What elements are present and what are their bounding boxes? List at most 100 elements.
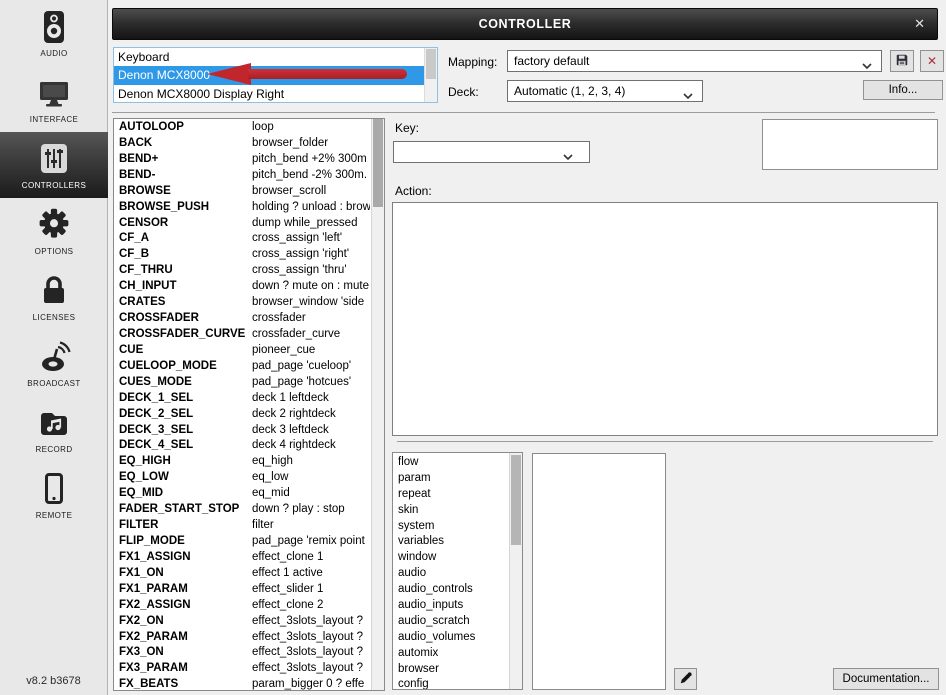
save-mapping-button[interactable] — [890, 50, 914, 72]
key-binding-row[interactable]: EQ_MID eq_mid — [114, 486, 370, 502]
device-item-denon-mcx8000-display-right[interactable]: Denon MCX8000 Display Right — [114, 85, 437, 102]
close-icon[interactable]: ✕ — [914, 16, 925, 32]
device-list-scrollbar[interactable] — [424, 48, 437, 102]
key-binding-row[interactable]: DECK_2_SEL deck 2 rightdeck — [114, 407, 370, 423]
binding-action: browser_folder — [252, 136, 329, 149]
key-binding-row[interactable]: CROSSFADER_CURVE crossfader_curve — [114, 327, 370, 343]
action-category-item[interactable]: repeat — [393, 487, 508, 503]
action-category-item[interactable]: system — [393, 519, 508, 535]
action-category-item[interactable]: automix — [393, 646, 508, 662]
mapping-select[interactable]: factory default — [507, 50, 882, 72]
sidebar-item-licenses[interactable]: LICENSES — [0, 264, 108, 330]
learn-button[interactable] — [674, 668, 697, 690]
key-bindings-list: AUTOLOOP loop BACK browser_folder BEND+ … — [113, 118, 385, 691]
binding-action: effect_slider 1 — [252, 582, 324, 595]
action-category-item[interactable]: skin — [393, 503, 508, 519]
key-binding-row[interactable]: CUES_MODE pad_page 'hotcues' — [114, 375, 370, 391]
action-category-item[interactable]: audio — [393, 566, 508, 582]
key-binding-row[interactable]: CF_A cross_assign 'left' — [114, 231, 370, 247]
key-binding-row[interactable]: FX1_ASSIGN effect_clone 1 — [114, 550, 370, 566]
key-binding-row[interactable]: FLIP_MODE pad_page 'remix point — [114, 534, 370, 550]
action-category-item[interactable]: audio_volumes — [393, 630, 508, 646]
sidebar-item-interface[interactable]: INTERFACE — [0, 66, 108, 132]
key-binding-row[interactable]: DECK_3_SEL deck 3 leftdeck — [114, 423, 370, 439]
documentation-button[interactable]: Documentation... — [833, 668, 939, 690]
action-category-item[interactable]: window — [393, 550, 508, 566]
key-binding-row[interactable]: CH_INPUT down ? mute on : mute — [114, 279, 370, 295]
binding-action: deck 3 leftdeck — [252, 423, 329, 436]
sidebar-item-record[interactable]: RECORD — [0, 396, 108, 462]
action-category-item[interactable]: browser — [393, 662, 508, 678]
key-binding-row[interactable]: BEND- pitch_bend -2% 300m. — [114, 168, 370, 184]
sidebar-item-options[interactable]: OPTIONS — [0, 198, 108, 264]
action-category-item[interactable]: variables — [393, 534, 508, 550]
action-category-item[interactable]: flow — [393, 455, 508, 471]
sidebar-item-label: RECORD — [35, 445, 73, 454]
key-binding-row[interactable]: BROWSE browser_scroll — [114, 184, 370, 200]
binding-key: BACK — [119, 136, 153, 149]
action-category-item[interactable]: audio_scratch — [393, 614, 508, 630]
key-select[interactable] — [393, 141, 590, 163]
delete-mapping-button[interactable]: ✕ — [920, 50, 944, 72]
key-binding-row[interactable]: BEND+ pitch_bend +2% 300m — [114, 152, 370, 168]
key-binding-row[interactable]: FX_BEATS param_bigger 0 ? effe — [114, 677, 370, 690]
action-script-editor[interactable] — [392, 202, 938, 436]
binding-key: FX2_ON — [119, 614, 164, 627]
key-binding-row[interactable]: BROWSE_PUSH holding ? unload : brow — [114, 200, 370, 216]
sidebar-item-broadcast[interactable]: BROADCAST — [0, 330, 108, 396]
key-binding-row[interactable]: FILTER filter — [114, 518, 370, 534]
key-binding-row[interactable]: DECK_1_SEL deck 1 leftdeck — [114, 391, 370, 407]
category-list-scrollbar[interactable] — [509, 453, 522, 689]
binding-action: eq_low — [252, 471, 289, 484]
dialog-titlebar: CONTROLLER ✕ — [112, 8, 938, 40]
speaker-icon — [35, 8, 73, 46]
key-binding-row[interactable]: BACK browser_folder — [114, 136, 370, 152]
binding-key: FLIP_MODE — [119, 534, 185, 547]
key-binding-row[interactable]: FX2_ASSIGN effect_clone 2 — [114, 598, 370, 614]
sidebar-item-label: INTERFACE — [29, 115, 79, 124]
key-binding-row[interactable]: CROSSFADER crossfader — [114, 311, 370, 327]
sidebar-item-controllers[interactable]: CONTROLLERS — [0, 132, 108, 198]
controller-window: AUDIO INTERFACE CONTROLLERS OPTIONS LICE — [0, 0, 946, 695]
binding-action: deck 1 leftdeck — [252, 391, 329, 404]
action-category-list: flow param repeat skin system variables … — [392, 452, 523, 690]
binding-key: EQ_HIGH — [119, 455, 171, 468]
key-binding-row[interactable]: FX2_PARAM effect_3slots_layout ? — [114, 630, 370, 646]
binding-action: effect_clone 2 — [252, 598, 324, 611]
key-binding-row[interactable]: AUTOLOOP loop — [114, 120, 370, 136]
key-binding-row[interactable]: EQ_HIGH eq_high — [114, 454, 370, 470]
binding-key: CUES_MODE — [119, 375, 192, 388]
binding-action: effect_3slots_layout ? — [252, 614, 364, 627]
key-bindings-scrollbar[interactable] — [371, 119, 384, 690]
key-binding-row[interactable]: CRATES browser_window 'side — [114, 295, 370, 311]
key-binding-row[interactable]: CENSOR dump while_pressed — [114, 216, 370, 232]
key-binding-row[interactable]: DECK_4_SEL deck 4 rightdeck — [114, 438, 370, 454]
key-binding-row[interactable]: FX1_ON effect 1 active — [114, 566, 370, 582]
key-binding-row[interactable]: CUE pioneer_cue — [114, 343, 370, 359]
sidebar-item-remote[interactable]: REMOTE — [0, 462, 108, 528]
binding-key: AUTOLOOP — [119, 121, 184, 133]
key-binding-row[interactable]: FX3_ON effect_3slots_layout ? — [114, 645, 370, 661]
key-binding-row[interactable]: CUELOOP_MODE pad_page 'cueloop' — [114, 359, 370, 375]
binding-action: eq_high — [252, 455, 293, 468]
action-category-item[interactable]: config — [393, 677, 508, 689]
device-item-keyboard[interactable]: Keyboard — [114, 48, 437, 66]
action-category-item[interactable]: param — [393, 471, 508, 487]
binding-action: pad_page 'cueloop' — [252, 359, 352, 372]
binding-action: crossfader_curve — [252, 327, 341, 340]
red-arrow-shaft — [248, 69, 407, 79]
key-binding-row[interactable]: CF_THRU cross_assign 'thru' — [114, 263, 370, 279]
key-binding-row[interactable]: EQ_LOW eq_low — [114, 470, 370, 486]
key-binding-row[interactable]: CF_B cross_assign 'right' — [114, 247, 370, 263]
key-binding-row[interactable]: FADER_START_STOP down ? play : stop — [114, 502, 370, 518]
key-binding-row[interactable]: FX2_ON effect_3slots_layout ? — [114, 614, 370, 630]
sidebar-item-audio[interactable]: AUDIO — [0, 0, 108, 66]
action-category-item[interactable]: audio_controls — [393, 582, 508, 598]
binding-action: browser_window 'side — [252, 296, 365, 309]
monitor-icon — [35, 74, 73, 112]
action-category-item[interactable]: audio_inputs — [393, 598, 508, 614]
key-binding-row[interactable]: FX3_PARAM effect_3slots_layout ? — [114, 661, 370, 677]
deck-select[interactable]: Automatic (1, 2, 3, 4) — [507, 80, 703, 102]
info-button[interactable]: Info... — [863, 80, 943, 100]
key-binding-row[interactable]: FX1_PARAM effect_slider 1 — [114, 582, 370, 598]
